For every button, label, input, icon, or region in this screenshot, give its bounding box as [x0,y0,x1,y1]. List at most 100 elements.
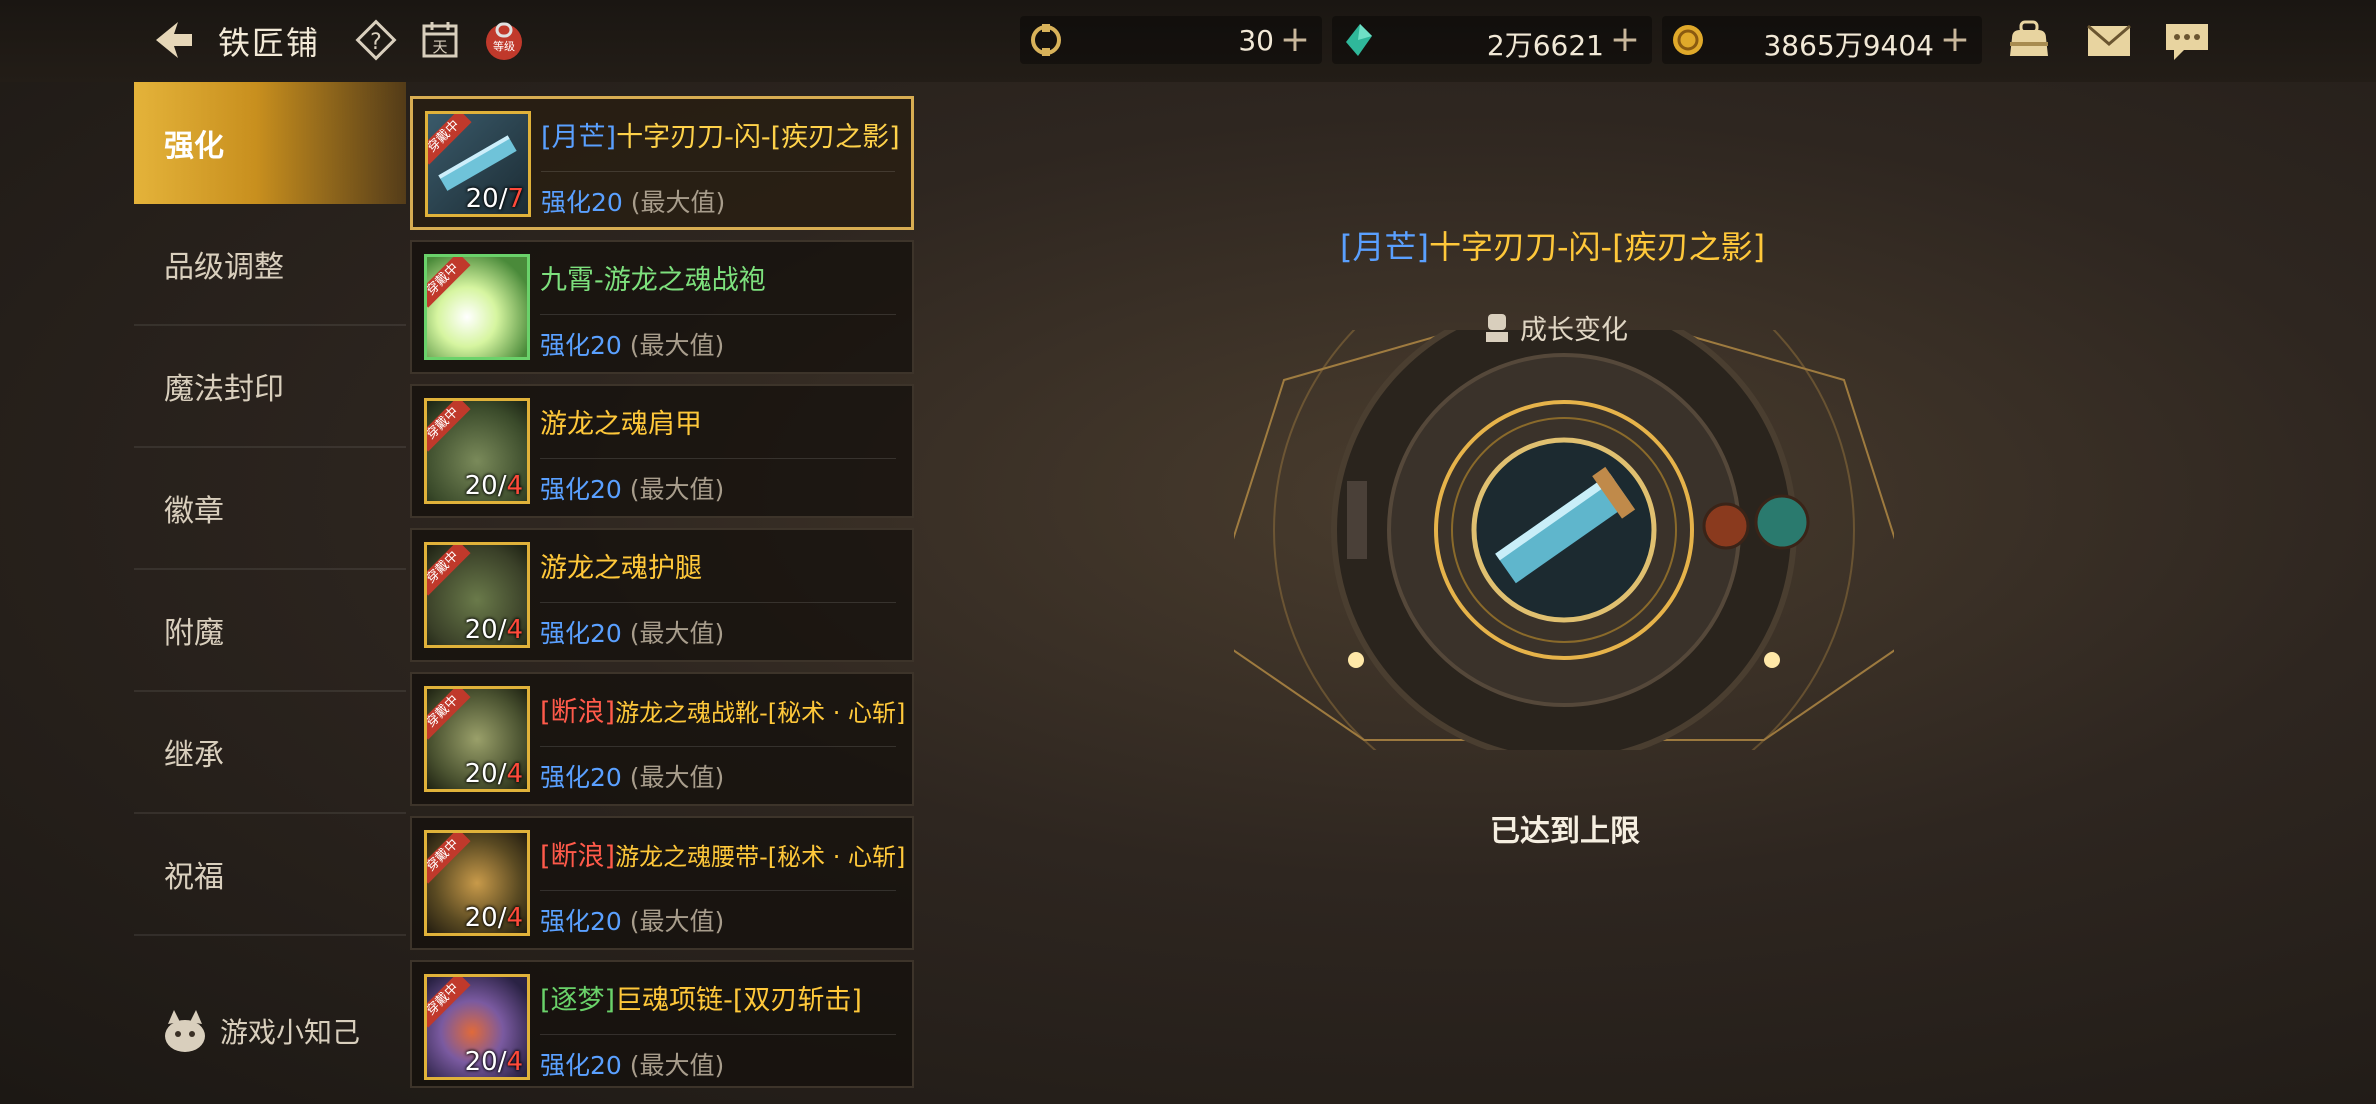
item-prefix: [月芒] [541,122,617,153]
svg-text:天: 天 [432,38,447,56]
belt-thumbnail: 穿戴中 20/4 [424,830,530,936]
add-energy-button[interactable]: + [1280,19,1310,60]
divider [540,890,896,891]
sidebar-item-enchant[interactable]: 附魔 [134,570,406,692]
sidebar-item-label: 强化 [164,129,224,164]
back-arrow-icon[interactable] [148,18,196,62]
chat-icon[interactable] [2162,18,2212,64]
boots-thumbnail: 穿戴中 20/4 [424,686,530,792]
item-stat: 强化20 (最大值) [540,614,724,650]
energy-icon [1031,24,1061,56]
stat-value: 强化20 [540,763,622,792]
armor-thumbnail: 穿戴中 [424,254,530,360]
sidebar-item-magic-seal[interactable]: 魔法封印 [134,326,406,448]
item-stat: 强化20 (最大值) [540,758,724,794]
bag-icon[interactable] [2004,18,2054,64]
item-name: [月芒]十字刃刀-闪-[疾刃之影] [541,115,900,154]
item-main-name: 巨魂项链-[双刃斩击] [615,985,862,1016]
divider [540,314,896,315]
equipment-card[interactable]: 穿戴中 九霄-游龙之魂战袍 强化20 (最大值) [410,240,914,374]
level-lock-icon[interactable]: 等级 [482,18,526,62]
item-prefix: [断浪] [540,697,616,728]
level-max: 4 [506,903,523,933]
enhance-level: 20/7 [466,184,524,214]
item-main-name: 游龙之魂战靴-[秘术 · 心斩] [615,699,906,727]
equipment-card[interactable]: 穿戴中 20/7 [月芒]十字刃刀-闪-[疾刃之影] 强化20 (最大值) [410,96,914,230]
item-stat: 强化20 (最大值) [540,1046,724,1082]
equipped-tag: 穿戴中 [427,401,471,452]
divider [540,746,896,747]
growth-change-label: 成长变化 [1482,308,1628,347]
level-max: 4 [506,615,523,645]
stat-note: (最大值) [629,619,725,648]
selected-item-title: [月芒]十字刃刀-闪-[疾刃之影] [1340,222,1765,268]
item-stat: 强化20 (最大值) [541,183,725,219]
level-value: 20/ [464,759,507,789]
level-value: 20/ [464,903,507,933]
stat-value: 强化20 [541,188,623,217]
sidebar: 强化 品级调整 魔法封印 徽章 附魔 继承 祝福 [134,82,406,936]
equipped-tag: 穿戴中 [427,689,471,740]
add-crystal-button[interactable]: + [1610,19,1640,60]
energy-value: 30 [1238,24,1274,57]
mail-icon[interactable] [2084,18,2134,64]
equipment-card[interactable]: 穿戴中 20/4 [断浪]游龙之魂腰带-[秘术 · 心斩] 强化20 (最大值) [410,816,914,950]
item-name: [断浪]游龙之魂腰带-[秘术 · 心斩] [540,834,905,873]
gold-value: 3865万9404 [1763,29,1934,62]
gold-resource: 3865万9404 + [1662,16,1982,64]
stat-value: 强化20 [540,331,622,360]
level-value: 20/ [464,615,507,645]
level-max: 7 [507,184,524,214]
stat-note: (最大值) [629,475,725,504]
equipped-tag: 穿戴中 [427,545,471,596]
enhance-level: 20/4 [465,471,523,501]
crystal-value: 2万6621 [1486,29,1604,62]
stat-note: (最大值) [629,1051,725,1080]
enhance-level: 20/4 [465,1047,523,1077]
calendar-icon[interactable]: 天 [418,18,462,62]
item-main-name: 十字刃刀-闪-[疾刃之影] [616,122,900,153]
item-name: 九霄-游龙之魂战袍 [540,258,766,297]
equipment-card[interactable]: 穿戴中 20/4 游龙之魂护腿 强化20 (最大值) [410,528,914,662]
add-gold-button[interactable]: + [1940,19,1970,60]
weapon-thumbnail: 穿戴中 20/7 [425,111,531,217]
level-value: 20/ [464,1047,507,1077]
item-prefix: [断浪] [540,841,616,872]
sidebar-item-emblem[interactable]: 徽章 [134,448,406,570]
stat-note: (最大值) [629,331,725,360]
sidebar-item-grade-adjust[interactable]: 品级调整 [134,204,406,326]
sidebar-item-enhance[interactable]: 强化 [134,82,406,204]
growth-change-text: 成长变化 [1520,315,1628,346]
item-stat: 强化20 (最大值) [540,470,724,506]
item-name: 游龙之魂护腿 [540,546,702,585]
item-name: [逐梦]巨魂项链-[双刃斩击] [540,978,862,1017]
stat-value: 强化20 [540,907,622,936]
divider [540,602,896,603]
crystal-icon [1346,24,1372,56]
sidebar-item-inherit[interactable]: 继承 [134,692,406,814]
equipped-tag: 穿戴中 [427,257,471,308]
sidebar-item-label: 继承 [164,738,224,773]
leg-armor-thumbnail: 穿戴中 20/4 [424,542,530,648]
stat-note: (最大值) [630,188,726,217]
gold-coin-icon [1673,25,1703,55]
help-icon[interactable]: ? [354,18,398,62]
sidebar-item-label: 魔法封印 [164,372,284,407]
shoulder-thumbnail: 穿戴中 20/4 [424,398,530,504]
equipment-card[interactable]: 穿戴中 20/4 [逐梦]巨魂项链-[双刃斩击] 强化20 (最大值) [410,960,914,1088]
cat-mascot-icon [165,1010,205,1052]
level-max: 4 [506,1047,523,1077]
game-tips-button[interactable]: 游戏小知己 [160,1006,360,1056]
equipment-card[interactable]: 穿戴中 20/4 [断浪]游龙之魂战靴-[秘术 · 心斩] 强化20 (最大值) [410,672,914,806]
stat-note: (最大值) [629,763,725,792]
page-title: 铁匠铺 [218,24,321,62]
stat-note: (最大值) [629,907,725,936]
crystal-resource: 2万6621 + [1332,16,1652,64]
item-main-name: 九霄-游龙之魂战袍 [540,265,766,296]
equipment-card[interactable]: 穿戴中 20/4 游龙之魂肩甲 强化20 (最大值) [410,384,914,518]
necklace-thumbnail: 穿戴中 20/4 [424,974,530,1080]
sidebar-item-blessing[interactable]: 祝福 [134,814,406,936]
svg-text:等级: 等级 [493,39,515,53]
top-bar: 铁匠铺 ? 天 等级 30 + 2万6621 + 3865万9404 + [0,0,2376,82]
energy-resource: 30 + [1020,16,1322,64]
